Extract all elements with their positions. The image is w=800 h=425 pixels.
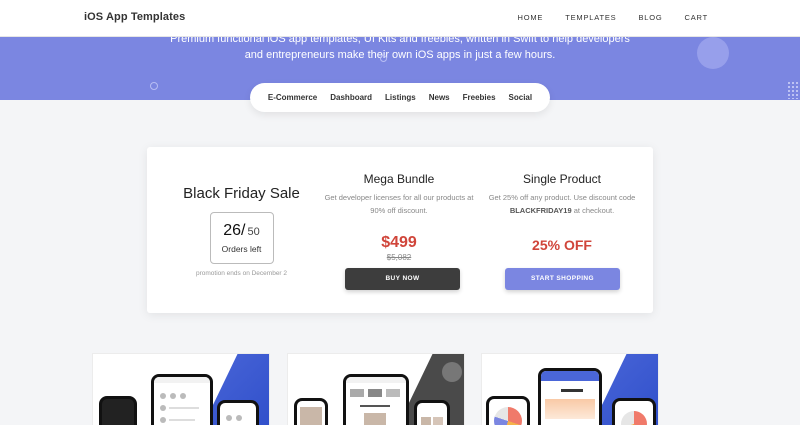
- decorative-ring: [150, 82, 158, 90]
- phone-mockup: [486, 396, 530, 425]
- category-freebies[interactable]: Freebies: [463, 93, 496, 102]
- phone-mockup: [99, 396, 137, 425]
- phone-mockup: [343, 374, 409, 425]
- phone-mockup: [217, 400, 259, 425]
- category-ecommerce[interactable]: E-Commerce: [268, 93, 317, 102]
- category-news[interactable]: News: [429, 93, 450, 102]
- mega-bundle-column: Mega Bundle Get developer licenses for a…: [319, 147, 479, 262]
- category-dashboard[interactable]: Dashboard: [330, 93, 372, 102]
- phone-mockup: [612, 398, 656, 425]
- product-card-social[interactable]: [92, 353, 270, 425]
- black-friday-promo-card: Black Friday Sale 26/50 Orders left prom…: [147, 147, 653, 313]
- phone-mockup: [151, 374, 213, 425]
- bundle-title: Mega Bundle: [363, 172, 435, 186]
- bundle-description: Get developer licenses for all our produ…: [324, 193, 474, 215]
- sale-title: Black Friday Sale: [183, 185, 300, 202]
- single-title: Single Product: [522, 172, 602, 186]
- sale-column: Black Friday Sale 26/50 Orders left prom…: [169, 147, 314, 277]
- site-logo[interactable]: iOS App Templates: [84, 11, 185, 23]
- promotion-end-note: promotion ends on December 2: [195, 270, 288, 277]
- discount-code: BLACKFRIDAY19: [509, 206, 572, 215]
- single-description: Get 25% off any product. Use discount co…: [487, 191, 637, 217]
- single-product-column: Single Product Get 25% off any product. …: [487, 147, 637, 253]
- nav-home[interactable]: HOME: [518, 13, 544, 22]
- category-social[interactable]: Social: [509, 93, 533, 102]
- decorative-circle: [697, 37, 729, 69]
- top-navbar: iOS App Templates HOME TEMPLATES BLOG CA…: [0, 0, 800, 37]
- decorative-circle: [442, 362, 462, 382]
- hero-subtitle: Premium functional iOS app templates, UI…: [0, 37, 800, 63]
- category-filter-bar: E-Commerce Dashboard Listings News Freeb…: [250, 83, 550, 112]
- hero-line-2: and entrepreneurs make their own iOS app…: [244, 49, 556, 61]
- orders-counter: 26/50 Orders left: [209, 212, 274, 264]
- single-desc-start: Get 25% off any product. Use discount co…: [488, 193, 636, 202]
- main-nav: HOME TEMPLATES BLOG CART: [518, 13, 708, 22]
- product-card-dashboard[interactable]: [481, 353, 659, 425]
- hero-line-1: Premium functional iOS app templates, UI…: [170, 37, 630, 45]
- decorative-dots: [787, 81, 800, 99]
- phone-mockup: [294, 398, 328, 425]
- nav-blog[interactable]: BLOG: [638, 13, 662, 22]
- nav-cart[interactable]: CART: [685, 13, 708, 22]
- phone-mockup: [538, 368, 602, 425]
- orders-remaining: 26/: [223, 222, 246, 239]
- start-shopping-button[interactable]: START SHOPPING: [505, 268, 620, 290]
- decorative-ring: [380, 55, 387, 62]
- buy-now-button[interactable]: BUY NOW: [345, 268, 460, 290]
- single-discount: 25% OFF: [532, 237, 592, 253]
- bundle-price: $499: [381, 234, 417, 251]
- category-listings[interactable]: Listings: [385, 93, 416, 102]
- product-card-ecommerce[interactable]: [287, 353, 465, 425]
- orders-count: 26/50: [211, 222, 273, 240]
- phone-mockup: [414, 400, 450, 425]
- single-desc-end: at checkout.: [571, 206, 615, 215]
- orders-label: Orders left: [221, 244, 262, 254]
- orders-total: 50: [247, 226, 260, 238]
- bundle-old-price: $5,082: [386, 253, 412, 262]
- nav-templates[interactable]: TEMPLATES: [565, 13, 616, 22]
